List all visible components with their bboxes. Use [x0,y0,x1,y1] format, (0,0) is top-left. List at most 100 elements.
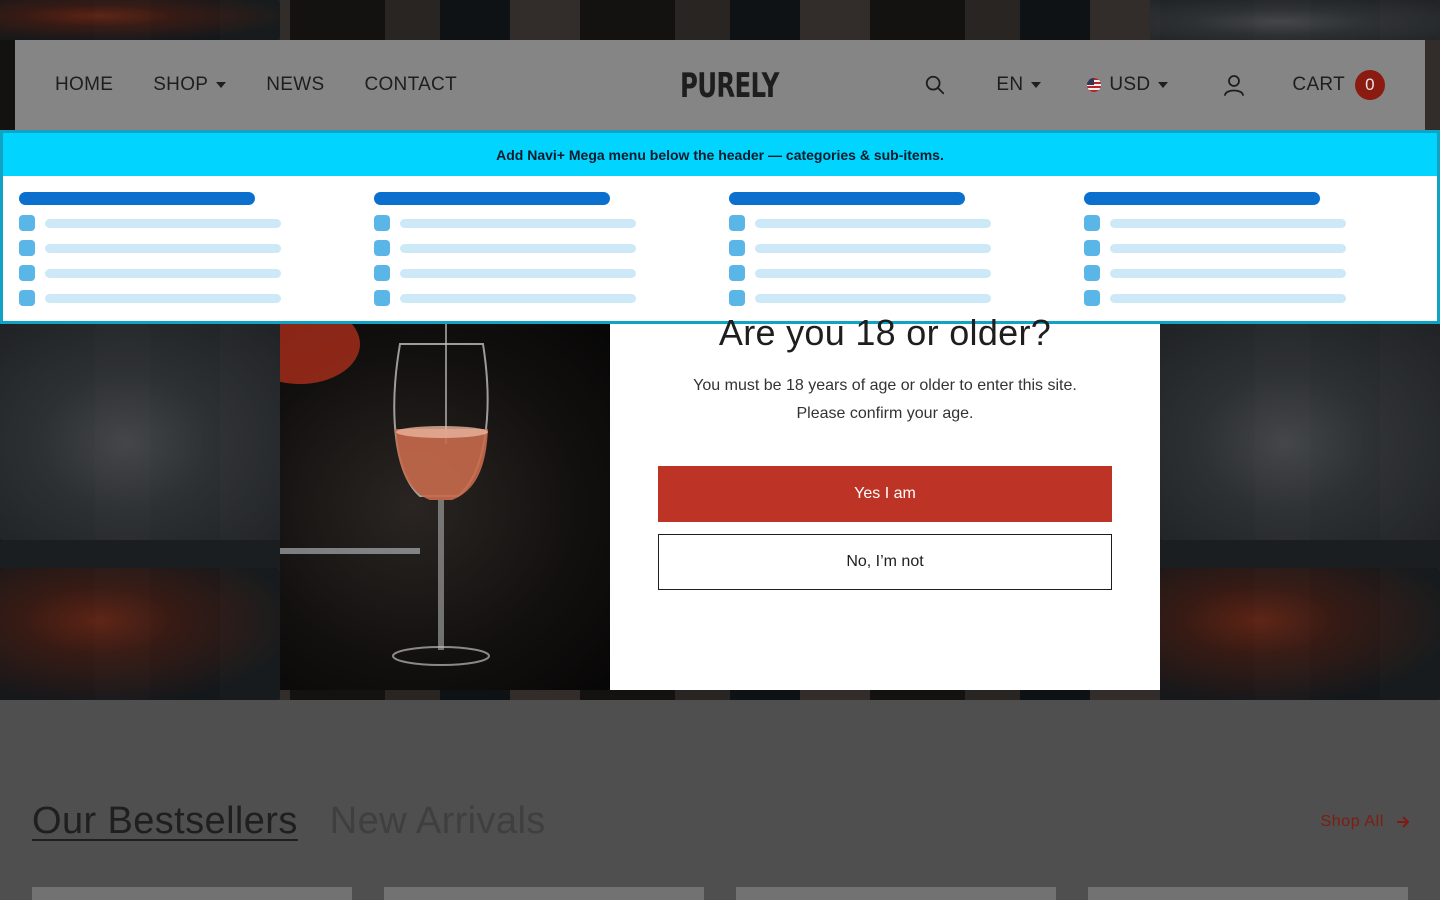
dialog-title: Are you 18 or older? [718,312,1052,353]
shop-all-link[interactable]: Shop All [1320,813,1410,831]
subitem-bullet-icon [729,290,745,306]
nav-shop-label: SHOP [153,74,209,95]
subitem-bullet-icon [19,290,35,306]
tab-our-bestsellers[interactable]: Our Bestsellers [32,800,298,843]
product-card[interactable] [1088,887,1408,900]
subitem-bullet-icon [19,240,35,256]
nav-shop[interactable]: SHOP [153,74,227,96]
cart-count-badge: 0 [1355,70,1385,100]
mega-menu-subitem[interactable] [374,265,704,281]
nav-home[interactable]: HOME [55,74,113,96]
subitem-bullet-icon [1084,290,1100,306]
deny-age-button[interactable]: No, I’m not [658,534,1112,590]
language-selector[interactable]: EN [996,74,1042,96]
mega-menu-columns [19,192,1439,312]
language-label: EN [996,74,1024,95]
mega-menu-subitem[interactable] [729,290,1059,306]
subitem-line [400,243,636,253]
product-grid [32,887,1408,900]
chevron-down-icon [1031,82,1042,88]
header-actions: EN USD CART 0 [924,40,1385,130]
subitem-bullet-icon [729,265,745,281]
subitem-bullet-icon [374,215,390,231]
subitem-bullet-icon [374,265,390,281]
mega-menu-subitem[interactable] [374,215,704,231]
product-card[interactable] [32,887,352,900]
subitem-line [1110,218,1346,228]
product-card[interactable] [736,887,1056,900]
subitem-bullet-icon [374,240,390,256]
chevron-down-icon [216,82,227,88]
subitem-bullet-icon [19,265,35,281]
dialog-message-line: Please confirm your age. [796,405,974,422]
mega-menu-subitem[interactable] [19,240,349,256]
mega-menu-category[interactable] [729,192,965,205]
subitem-line [45,293,281,303]
mega-menu-subitem[interactable] [1084,215,1414,231]
mega-menu-subitem[interactable] [374,290,704,306]
dialog-message: You must be 18 years of age or older to … [650,372,1120,428]
mega-menu-category[interactable] [1084,192,1320,205]
mega-menu-column [19,192,349,306]
subitem-bullet-icon [729,240,745,256]
mega-menu-column [374,192,704,306]
mega-menu-category[interactable] [19,192,255,205]
user-icon[interactable] [1222,73,1246,97]
chevron-down-icon [1158,82,1169,88]
nav-contact[interactable]: CONTACT [364,74,457,96]
site-logo[interactable]: PURELY [680,66,779,106]
subitem-line [400,293,636,303]
product-card[interactable] [384,887,704,900]
subitem-bullet-icon [1084,265,1100,281]
mega-menu-subitem[interactable] [729,240,1059,256]
confirm-age-button[interactable]: Yes I am [658,466,1112,522]
subitem-line [45,218,281,228]
age-verification-dialog: Are you 18 or older? You must be 18 year… [610,312,1160,690]
nav-news[interactable]: NEWS [266,74,324,96]
mega-menu-subitem[interactable] [19,215,349,231]
subitem-bullet-icon [374,290,390,306]
dialog-message-line: You must be 18 years of age or older to … [693,377,1077,394]
currency-selector[interactable]: USD [1087,74,1169,96]
subitem-bullet-icon [729,215,745,231]
mega-menu-subitem[interactable] [19,265,349,281]
mega-menu-subitem[interactable] [729,265,1059,281]
mega-menu-subitem[interactable] [19,290,349,306]
subitem-line [400,218,636,228]
nav-contact-label: CONTACT [364,74,457,95]
subitem-line [45,243,281,253]
mega-menu-subitem[interactable] [374,240,704,256]
subitem-bullet-icon [1084,240,1100,256]
subitem-line [755,218,991,228]
subitem-line [755,268,991,278]
nav-home-label: HOME [55,74,114,95]
subitem-line [755,243,991,253]
subitem-line [1110,293,1346,303]
shop-all-label: Shop All [1320,813,1384,830]
tab-new-arrivals[interactable]: New Arrivals [330,800,546,843]
mega-menu-column [1084,192,1414,306]
mega-menu-subitem[interactable] [1084,265,1414,281]
subitem-bullet-icon [19,215,35,231]
subitem-line [400,268,636,278]
subitem-bullet-icon [1084,215,1100,231]
site-header: HOME SHOP NEWS CONTACT PURELY EN USD CAR… [15,40,1425,130]
mega-menu-subitem[interactable] [729,215,1059,231]
subitem-line [1110,243,1346,253]
collection-tabs: Our Bestsellers New Arrivals [32,800,546,843]
subitem-line [45,268,281,278]
nav-news-label: NEWS [266,74,325,95]
mega-menu-category[interactable] [374,192,610,205]
us-flag-icon [1087,78,1102,92]
wine-glass-image [280,324,610,690]
search-icon[interactable] [924,74,946,96]
mega-menu-subitem[interactable] [1084,290,1414,306]
mega-menu-banner: Add Navi+ Mega menu below the header — c… [3,133,1437,176]
cart-label: CART [1292,74,1345,95]
cart-button[interactable]: CART 0 [1292,70,1385,100]
subitem-line [755,293,991,303]
arrow-right-icon [1397,816,1410,828]
main-nav: HOME SHOP NEWS CONTACT [55,40,457,130]
mega-menu-column [729,192,1059,306]
mega-menu-subitem[interactable] [1084,240,1414,256]
